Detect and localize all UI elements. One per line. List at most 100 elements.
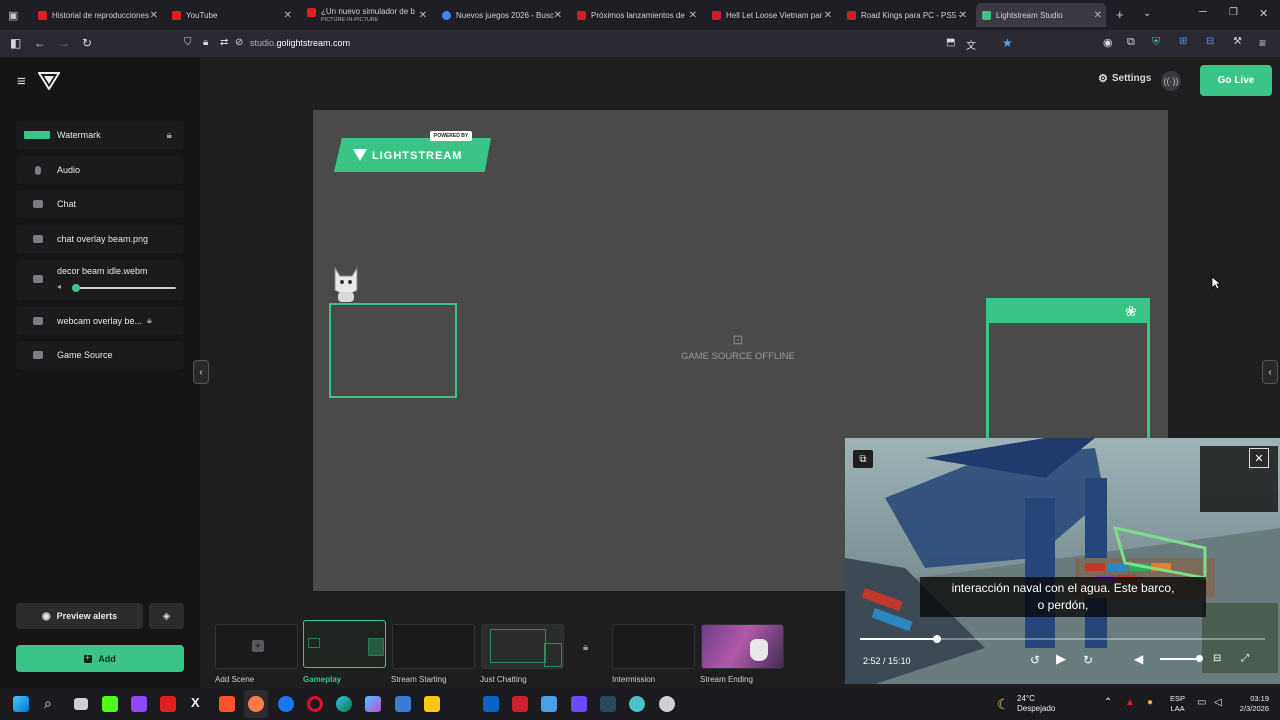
shield-extension-icon[interactable]: ⛨	[1152, 36, 1160, 49]
edge-icon[interactable]	[336, 696, 352, 712]
volume-slider[interactable]	[74, 287, 176, 289]
settings-button[interactable]: ⚙ Settings	[1098, 72, 1151, 85]
pip-video-window[interactable]: ⧉ ✕ interacción naval con el agua. Este …	[845, 438, 1280, 684]
layer-game-source[interactable]: Game Source	[16, 341, 184, 369]
x-icon[interactable]: X	[191, 695, 200, 710]
close-window-button[interactable]: ✕	[1259, 7, 1268, 20]
close-icon[interactable]: ✕	[554, 10, 562, 21]
close-icon[interactable]: ✕	[419, 10, 427, 21]
copilot-icon[interactable]	[365, 696, 381, 712]
clock[interactable]: 03:19 2/3/2026	[1233, 694, 1269, 714]
snipping-icon[interactable]	[541, 696, 557, 712]
replay-10-icon[interactable]: ↺	[1030, 653, 1040, 667]
extension-icon[interactable]: ⊞	[1179, 36, 1187, 47]
tab-watch-history[interactable]: Historial de reproducciones ✕	[32, 3, 162, 27]
language-indicator[interactable]: ESP LAA	[1170, 694, 1185, 714]
stream-status-button[interactable]: ((·))	[1161, 71, 1181, 91]
layer-chat-overlay[interactable]: chat overlay beam.png	[16, 225, 184, 253]
sidebar-toggle-icon[interactable]: ◧	[10, 36, 21, 50]
task-view-icon[interactable]	[74, 698, 88, 710]
extensions-icon[interactable]: ⧉	[1127, 36, 1135, 49]
pip-volume-knob[interactable]	[1196, 655, 1203, 662]
forward-button[interactable]: →	[58, 36, 70, 50]
settings-app-icon[interactable]	[659, 696, 675, 712]
tab-upcoming-releases[interactable]: Próximos lanzamientos de ✕	[571, 3, 701, 27]
scene-stream-ending[interactable]	[701, 624, 784, 669]
reload-button[interactable]: ↻	[82, 36, 92, 50]
scene-just-chatting[interactable]	[481, 624, 564, 669]
lock-icon[interactable]: 🔒︎	[203, 37, 208, 48]
permissions-icon[interactable]: ⇄	[220, 37, 228, 48]
add-scene-tile[interactable]: +	[215, 624, 298, 669]
pip-close-button[interactable]: ✕	[1249, 448, 1269, 468]
windows-start-icon[interactable]	[13, 696, 29, 712]
lock-icon[interactable]: 🔒︎	[167, 130, 172, 141]
twitch-icon[interactable]	[131, 696, 147, 712]
watermark-overlay[interactable]: POWERED BY LIGHTSTREAM	[334, 131, 491, 172]
lock-icon[interactable]: 🔒︎	[147, 315, 152, 326]
lightstream-logo-icon[interactable]	[38, 72, 60, 90]
add-layer-button[interactable]: + Add	[16, 645, 184, 672]
alert-sound-button[interactable]: ◈	[149, 603, 184, 629]
tab-list-chevron-icon[interactable]: ⌄	[1143, 8, 1151, 19]
tray-app-icon[interactable]: ▲	[1125, 697, 1135, 708]
layer-audio[interactable]: Audio	[16, 156, 184, 184]
account-icon[interactable]: ◉	[1103, 36, 1113, 49]
lock-icon[interactable]: 🔒︎	[583, 642, 588, 653]
expand-right-panel-button[interactable]: ‹	[1262, 360, 1278, 384]
facebook-icon[interactable]	[278, 696, 294, 712]
scene-stream-starting[interactable]	[392, 624, 475, 669]
file-explorer-icon[interactable]	[424, 696, 440, 712]
back-button[interactable]: ←	[34, 36, 46, 50]
close-icon[interactable]: ✕	[1094, 10, 1102, 21]
fullscreen-icon[interactable]: ⤢	[1241, 653, 1249, 664]
brave-icon[interactable]	[219, 696, 235, 712]
volume-slider-knob[interactable]	[72, 284, 80, 292]
translate-extension-icon[interactable]: ⊟	[1206, 36, 1214, 47]
close-icon[interactable]: ✕	[689, 10, 697, 21]
close-icon[interactable]: ✕	[959, 10, 967, 21]
close-icon[interactable]: ✕	[824, 10, 832, 21]
scene-intermission[interactable]	[612, 624, 695, 669]
restore-button[interactable]: ❐	[1229, 7, 1238, 18]
microphone-icon[interactable]: ●	[1147, 697, 1153, 708]
minimize-button[interactable]: ─	[1199, 6, 1207, 18]
tab-lightstream-studio[interactable]: Lightstream Studio ✕	[976, 3, 1106, 27]
voice-app-icon[interactable]	[512, 696, 528, 712]
tab-pip-video[interactable]: ¿Un nuevo simulador de b PICTURE-IN-PICT…	[301, 3, 431, 27]
network-icon[interactable]: ▭	[1197, 697, 1206, 708]
play-button[interactable]: ▶	[1056, 651, 1066, 667]
webcam-frame-left[interactable]	[329, 303, 457, 398]
proton-vpn-icon[interactable]	[571, 696, 587, 712]
url-field[interactable]: studio.golightstream.com	[250, 38, 350, 48]
preview-alerts-button[interactable]: ◉ Preview alerts	[16, 603, 143, 629]
outlook-icon[interactable]	[483, 696, 499, 712]
captions-icon[interactable]: ⊟	[1213, 653, 1221, 664]
volume-icon[interactable]: ◂	[57, 282, 61, 291]
volume-icon[interactable]: ◀︎	[1134, 652, 1143, 666]
layer-webcam-overlay[interactable]: webcam overlay be... 🔒︎	[16, 307, 184, 335]
install-app-icon[interactable]: ⬒	[946, 37, 955, 48]
translate-icon[interactable]: 文	[966, 37, 976, 52]
mail-icon[interactable]	[395, 696, 411, 712]
speaker-icon[interactable]: ◁	[1214, 697, 1222, 708]
layer-chat[interactable]: Chat	[16, 190, 184, 218]
pip-volume-slider[interactable]	[1160, 658, 1200, 660]
go-live-button[interactable]: Go Live	[1200, 65, 1272, 96]
close-icon[interactable]: ✕	[150, 10, 158, 21]
tab-road-kings[interactable]: Road Kings para PC - PS5 - ✕	[841, 3, 971, 27]
collapse-sidebar-button[interactable]: ‹	[193, 360, 209, 384]
close-icon[interactable]: ✕	[284, 10, 292, 21]
tracking-icon[interactable]: ⊘	[235, 37, 243, 48]
tray-chevron-icon[interactable]: ⌃	[1104, 697, 1112, 708]
forward-10-icon[interactable]: ↻	[1083, 653, 1093, 667]
chat-overlay-frame[interactable]: ❀	[986, 298, 1150, 440]
menu-icon[interactable]: ≡	[1259, 36, 1266, 50]
new-tab-button[interactable]: +	[1116, 7, 1124, 22]
app-icon[interactable]	[629, 696, 645, 712]
cat-mascot-icon[interactable]	[331, 262, 361, 304]
scene-gameplay[interactable]	[303, 620, 386, 668]
kick-icon[interactable]	[102, 696, 118, 712]
layer-decor-video[interactable]: decor beam idle.webm ◂	[16, 260, 184, 300]
opera-icon[interactable]	[307, 696, 323, 712]
